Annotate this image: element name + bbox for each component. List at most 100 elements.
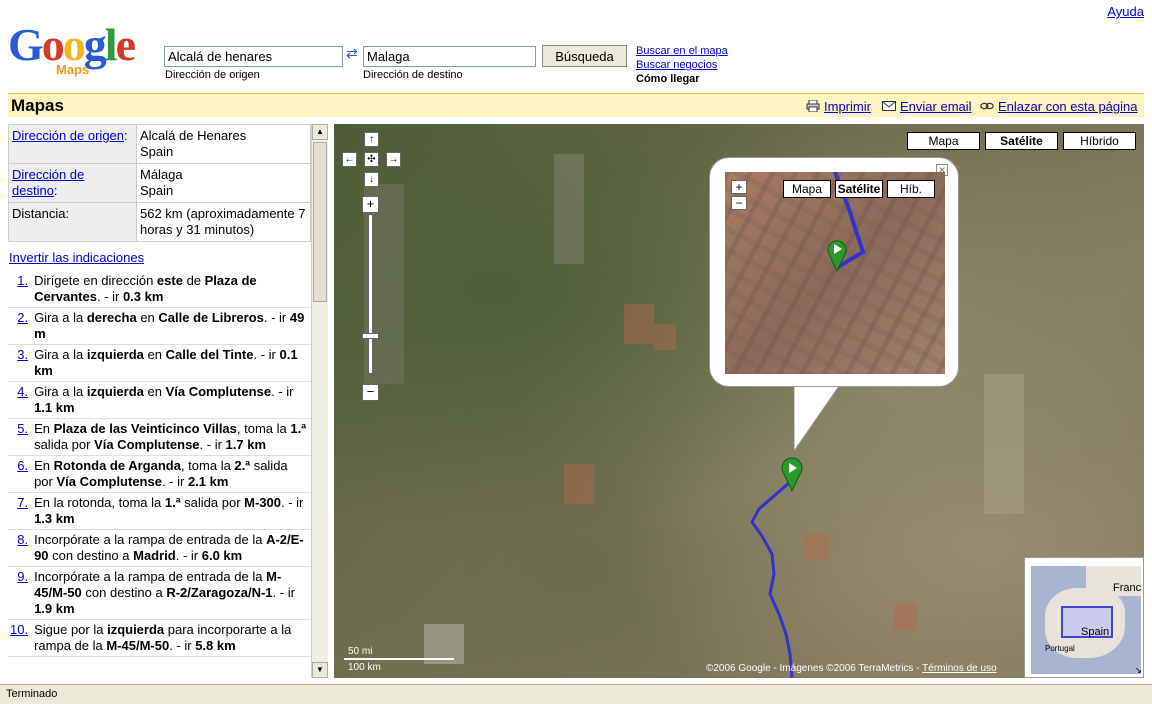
route-start-marker[interactable] bbox=[779, 456, 805, 492]
scale-bar-line bbox=[344, 658, 454, 660]
bubble-satellite-button[interactable]: Satélite bbox=[835, 180, 883, 198]
direction-step-row[interactable]: 3. Gira a la izquierda en Calle del Tinte… bbox=[8, 344, 311, 382]
direction-step-row[interactable]: 6. En Rotonda de Arganda, toma la 2.ª sal… bbox=[8, 455, 311, 493]
step-number-cell: 8. bbox=[8, 529, 33, 567]
step-number-cell: 7. bbox=[8, 492, 33, 530]
bubble-zoom-in-icon[interactable]: + bbox=[731, 180, 747, 194]
zoom-thumb[interactable] bbox=[362, 333, 379, 339]
zoom-track[interactable] bbox=[362, 214, 379, 374]
origin-label: Dirección de origen bbox=[165, 69, 260, 81]
panel-scrollbar[interactable]: ▲ ▼ bbox=[311, 124, 328, 678]
distance-key: Distancia: bbox=[8, 202, 137, 242]
summary-origin-value: Alcalá de Henares Spain bbox=[136, 124, 311, 164]
search-button[interactable]: Búsqueda bbox=[542, 45, 627, 67]
bubble-zoom-out-icon[interactable]: − bbox=[731, 196, 747, 210]
step-number-cell: 6. bbox=[8, 455, 33, 493]
direction-step-row[interactable]: 4. Gira a la izquierda en Vía Complutense… bbox=[8, 381, 311, 419]
directions-label: Cómo llegar bbox=[636, 73, 700, 85]
zoom-out-icon[interactable]: − bbox=[362, 384, 379, 401]
step-number-link[interactable]: 6. bbox=[17, 458, 28, 473]
pan-center-icon[interactable]: ✣ bbox=[364, 152, 379, 167]
pan-controls: ↑ ← ✣ → ↓ bbox=[342, 132, 402, 192]
bubble-mini-map[interactable]: + − Mapa Satélite Híb. bbox=[725, 172, 945, 374]
step-number-link[interactable]: 3. bbox=[17, 347, 28, 362]
directions-steps-table: 1. Dirígete en dirección este de Plaza de… bbox=[8, 271, 311, 657]
step-number-cell: 5. bbox=[8, 418, 33, 456]
step-instruction: Gira a la derecha en Calle de Libreros. … bbox=[32, 307, 311, 345]
bubble-hybrid-button[interactable]: Híb. bbox=[887, 180, 935, 198]
overview-label-portugal: Portugal bbox=[1045, 644, 1075, 653]
destination-label: Dirección de destino bbox=[363, 69, 463, 81]
scroll-down-icon[interactable]: ▼ bbox=[312, 662, 328, 678]
swap-icon[interactable]: ⇄ bbox=[346, 45, 358, 62]
step-number-link[interactable]: 7. bbox=[17, 495, 28, 510]
overview-toggle-icon[interactable]: ↘ bbox=[1134, 665, 1142, 676]
email-link[interactable]: Enviar email bbox=[882, 99, 972, 114]
map-type-hybrid-button[interactable]: Híbrido bbox=[1063, 132, 1136, 150]
direction-step-row[interactable]: 1. Dirígete en dirección este de Plaza de… bbox=[8, 271, 311, 308]
origin-country: Spain bbox=[140, 144, 174, 159]
step-number-cell: 1. bbox=[8, 271, 33, 308]
direction-step-row[interactable]: 7. En la rotonda, toma la 1.ª salida por … bbox=[8, 492, 311, 530]
step-number-link[interactable]: 8. bbox=[17, 532, 28, 547]
copyright-text: ©2006 Google - Imágenes ©2006 TerraMetri… bbox=[706, 663, 923, 674]
link-page-link[interactable]: Enlazar con esta página bbox=[980, 99, 1137, 114]
direction-step-row[interactable]: 5. En Plaza de las Veinticinco Villas, to… bbox=[8, 418, 311, 456]
step-instruction: Gira a la izquierda en Vía Complutense. … bbox=[32, 381, 311, 419]
destination-input[interactable] bbox=[363, 46, 536, 67]
bubble-map-button[interactable]: Mapa bbox=[783, 180, 831, 198]
logo-letter: l bbox=[104, 19, 118, 70]
scroll-up-icon[interactable]: ▲ bbox=[312, 124, 328, 140]
terms-link[interactable]: Términos de uso bbox=[922, 663, 996, 674]
invert-directions-link[interactable]: Invertir las indicaciones bbox=[9, 250, 311, 265]
distance-value: 562 km (aproximadamente 7 horas y 31 min… bbox=[136, 202, 311, 242]
pan-left-icon[interactable]: ← bbox=[342, 152, 357, 167]
pan-right-icon[interactable]: → bbox=[386, 152, 401, 167]
map-copyright: ©2006 Google - Imágenes ©2006 TerraMetri… bbox=[706, 663, 997, 674]
google-maps-logo[interactable]: Google Maps bbox=[8, 22, 158, 82]
step-number-link[interactable]: 10. bbox=[10, 622, 28, 637]
directions-panel: Dirección de origen: Alcalá de Henares Sp… bbox=[8, 124, 311, 678]
origin-input[interactable] bbox=[164, 46, 343, 67]
direction-step-row[interactable]: 10. Sigue por la izquierda para incorpora… bbox=[8, 619, 311, 657]
destination-key-link[interactable]: Dirección de destino bbox=[12, 167, 84, 198]
pan-down-icon[interactable]: ↓ bbox=[364, 172, 379, 187]
email-label[interactable]: Enviar email bbox=[900, 99, 972, 114]
direction-step-row[interactable]: 2. Gira a la derecha en Calle de Libreros… bbox=[8, 307, 311, 345]
print-label[interactable]: Imprimir bbox=[824, 99, 871, 114]
help-link[interactable]: Ayuda bbox=[1107, 4, 1144, 19]
origin-city: Alcalá de Henares bbox=[140, 128, 247, 143]
bubble-route-line bbox=[833, 172, 866, 270]
link-page-label[interactable]: Enlazar con esta página bbox=[998, 99, 1137, 114]
map-type-satellite-button[interactable]: Satélite bbox=[985, 132, 1058, 150]
summary-destination-value: Málaga Spain bbox=[136, 163, 311, 203]
step-number-link[interactable]: 5. bbox=[17, 421, 28, 436]
pan-up-icon[interactable]: ↑ bbox=[364, 132, 379, 147]
envelope-icon bbox=[882, 101, 896, 111]
scroll-thumb[interactable] bbox=[313, 142, 327, 302]
direction-step-row[interactable]: 8. Incorpórate a la rampa de entrada de l… bbox=[8, 529, 311, 567]
search-business-link[interactable]: Buscar negocios bbox=[636, 59, 717, 71]
step-instruction: En Rotonda de Arganda, toma la 2.ª salid… bbox=[32, 455, 311, 493]
bubble-start-marker[interactable] bbox=[825, 238, 849, 272]
status-bar: Terminado bbox=[0, 684, 1152, 704]
step-number-cell: 4. bbox=[8, 381, 33, 419]
step-number-link[interactable]: 2. bbox=[17, 310, 28, 325]
step-number-link[interactable]: 4. bbox=[17, 384, 28, 399]
scale-miles: 50 mi bbox=[348, 646, 373, 657]
logo-letter: e bbox=[115, 19, 136, 70]
overview-map[interactable]: France Spain Portugal ↘ bbox=[1024, 557, 1144, 678]
step-number-link[interactable]: 1. bbox=[17, 273, 28, 288]
satellite-map[interactable]: Mapa Satélite Híbrido ↑ ← ✣ → ↓ + − 50 m… bbox=[334, 124, 1144, 678]
search-map-link[interactable]: Buscar en el mapa bbox=[636, 45, 728, 57]
map-type-map-button[interactable]: Mapa bbox=[907, 132, 980, 150]
destination-city: Málaga bbox=[140, 167, 183, 182]
print-link[interactable]: Imprimir bbox=[806, 99, 871, 114]
zoom-in-icon[interactable]: + bbox=[362, 196, 379, 213]
direction-step-row[interactable]: 9. Incorpórate a la rampa de entrada de l… bbox=[8, 566, 311, 620]
origin-key-link[interactable]: Dirección de origen bbox=[12, 128, 124, 143]
summary-dest-key-cell: Dirección de destino: bbox=[8, 163, 137, 203]
summary-row-distance: Distancia: 562 km (aproximadamente 7 hor… bbox=[8, 202, 311, 242]
step-number-link[interactable]: 9. bbox=[17, 569, 28, 584]
step-instruction: En la rotonda, toma la 1.ª salida por M-… bbox=[32, 492, 311, 530]
